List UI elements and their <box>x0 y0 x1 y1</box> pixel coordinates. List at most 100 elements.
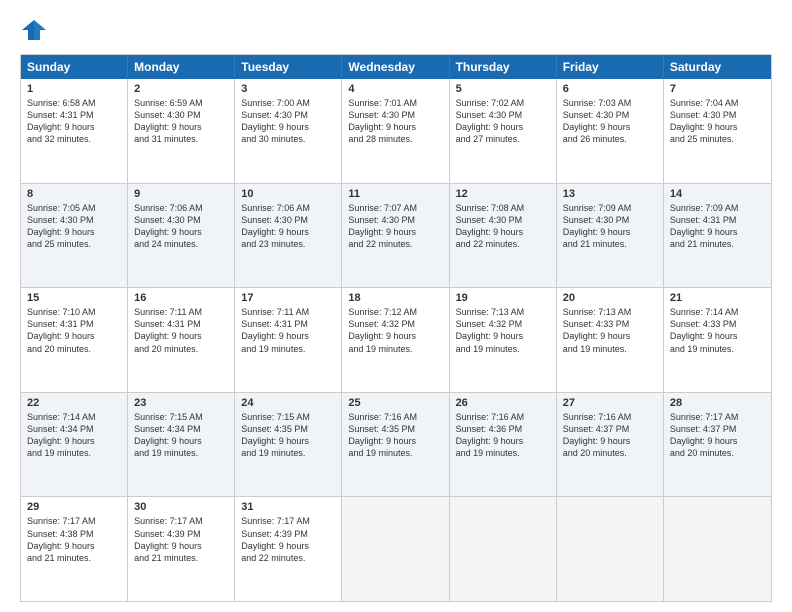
empty-cell <box>664 497 771 601</box>
day-number: 14 <box>670 188 765 200</box>
day-info: Sunrise: 7:13 AM Sunset: 4:33 PM Dayligh… <box>563 306 657 355</box>
day-number: 27 <box>563 397 657 409</box>
day-number: 19 <box>456 292 550 304</box>
day-cell-10: 10 Sunrise: 7:06 AM Sunset: 4:30 PM Dayli… <box>235 184 342 288</box>
day-cell-28: 28Sunrise: 7:17 AM Sunset: 4:37 PM Dayli… <box>664 393 771 497</box>
day-number: 8 <box>27 188 121 200</box>
header-cell-saturday: Saturday <box>664 55 771 79</box>
day-number: 25 <box>348 397 442 409</box>
day-number: 23 <box>134 397 228 409</box>
empty-cell <box>450 497 557 601</box>
calendar-row-1: 1 Sunrise: 6:58 AM Sunset: 4:31 PM Daylig… <box>21 79 771 184</box>
day-info: Sunrise: 7:11 AM Sunset: 4:31 PM Dayligh… <box>241 306 335 355</box>
day-number: 29 <box>27 501 121 513</box>
day-cell-9: 9 Sunrise: 7:06 AM Sunset: 4:30 PM Daylig… <box>128 184 235 288</box>
day-number: 11 <box>348 188 442 200</box>
day-info: Sunrise: 7:15 AM Sunset: 4:35 PM Dayligh… <box>241 411 335 460</box>
day-cell-26: 26Sunrise: 7:16 AM Sunset: 4:36 PM Dayli… <box>450 393 557 497</box>
day-number: 9 <box>134 188 228 200</box>
day-info: Sunrise: 7:07 AM Sunset: 4:30 PM Dayligh… <box>348 202 442 251</box>
day-cell-12: 12 Sunrise: 7:08 AM Sunset: 4:30 PM Dayli… <box>450 184 557 288</box>
day-info: Sunrise: 7:17 AM Sunset: 4:39 PM Dayligh… <box>134 515 228 564</box>
day-number: 24 <box>241 397 335 409</box>
day-cell-24: 24 Sunrise: 7:15 AM Sunset: 4:35 PM Dayli… <box>235 393 342 497</box>
day-cell-18: 18 Sunrise: 7:12 AM Sunset: 4:32 PM Dayli… <box>342 288 449 392</box>
header-cell-tuesday: Tuesday <box>235 55 342 79</box>
day-cell-6: 6 Sunrise: 7:03 AM Sunset: 4:30 PM Daylig… <box>557 79 664 183</box>
day-info: Sunrise: 7:14 AM Sunset: 4:33 PM Dayligh… <box>670 306 765 355</box>
day-info: Sunrise: 7:02 AM Sunset: 4:30 PM Dayligh… <box>456 97 550 146</box>
day-info: Sunrise: 7:10 AM Sunset: 4:31 PM Dayligh… <box>27 306 121 355</box>
day-info: Sunrise: 7:06 AM Sunset: 4:30 PM Dayligh… <box>134 202 228 251</box>
day-cell-2: 2Sunrise: 6:59 AM Sunset: 4:30 PM Daylig… <box>128 79 235 183</box>
day-cell-15: 15 Sunrise: 7:10 AM Sunset: 4:31 PM Dayli… <box>21 288 128 392</box>
day-info: Sunrise: 7:01 AM Sunset: 4:30 PM Dayligh… <box>348 97 442 146</box>
day-info: Sunrise: 7:04 AM Sunset: 4:30 PM Dayligh… <box>670 97 765 146</box>
day-info: Sunrise: 7:09 AM Sunset: 4:30 PM Dayligh… <box>563 202 657 251</box>
day-number: 15 <box>27 292 121 304</box>
day-cell-7: 7 Sunrise: 7:04 AM Sunset: 4:30 PM Daylig… <box>664 79 771 183</box>
day-info: Sunrise: 7:12 AM Sunset: 4:32 PM Dayligh… <box>348 306 442 355</box>
calendar-row-3: 15 Sunrise: 7:10 AM Sunset: 4:31 PM Dayli… <box>21 288 771 393</box>
day-number: 2 <box>134 83 228 95</box>
day-number: 4 <box>348 83 442 95</box>
day-number: 10 <box>241 188 335 200</box>
day-number: 13 <box>563 188 657 200</box>
day-number: 20 <box>563 292 657 304</box>
day-number: 26 <box>456 397 550 409</box>
day-cell-8: 8 Sunrise: 7:05 AM Sunset: 4:30 PM Daylig… <box>21 184 128 288</box>
calendar: SundayMondayTuesdayWednesdayThursdayFrid… <box>20 54 772 602</box>
day-info: Sunrise: 7:00 AM Sunset: 4:30 PM Dayligh… <box>241 97 335 146</box>
day-cell-30: 30 Sunrise: 7:17 AM Sunset: 4:39 PM Dayli… <box>128 497 235 601</box>
day-cell-29: 29 Sunrise: 7:17 AM Sunset: 4:38 PM Dayli… <box>21 497 128 601</box>
day-info: Sunrise: 7:15 AM Sunset: 4:34 PM Dayligh… <box>134 411 228 460</box>
day-info: Sunrise: 7:03 AM Sunset: 4:30 PM Dayligh… <box>563 97 657 146</box>
header-cell-friday: Friday <box>557 55 664 79</box>
day-number: 12 <box>456 188 550 200</box>
day-number: 6 <box>563 83 657 95</box>
day-cell-25: 25 Sunrise: 7:16 AM Sunset: 4:35 PM Dayli… <box>342 393 449 497</box>
day-info: Sunrise: 7:17 AM Sunset: 4:38 PM Dayligh… <box>27 515 121 564</box>
day-number: 21 <box>670 292 765 304</box>
day-info: Sunrise: 7:17 AM Sunset: 4:39 PM Dayligh… <box>241 515 335 564</box>
empty-cell <box>557 497 664 601</box>
day-number: 7 <box>670 83 765 95</box>
header-cell-thursday: Thursday <box>450 55 557 79</box>
day-info: Sunrise: 7:14 AM Sunset: 4:34 PM Dayligh… <box>27 411 121 460</box>
day-cell-4: 4 Sunrise: 7:01 AM Sunset: 4:30 PM Daylig… <box>342 79 449 183</box>
day-info: Sunrise: 6:58 AM Sunset: 4:31 PM Dayligh… <box>27 97 121 146</box>
day-number: 28 <box>670 397 765 409</box>
header-cell-monday: Monday <box>128 55 235 79</box>
day-cell-13: 13 Sunrise: 7:09 AM Sunset: 4:30 PM Dayli… <box>557 184 664 288</box>
day-info: Sunrise: 7:06 AM Sunset: 4:30 PM Dayligh… <box>241 202 335 251</box>
day-number: 22 <box>27 397 121 409</box>
calendar-row-2: 8 Sunrise: 7:05 AM Sunset: 4:30 PM Daylig… <box>21 184 771 289</box>
day-info: Sunrise: 7:05 AM Sunset: 4:30 PM Dayligh… <box>27 202 121 251</box>
day-cell-3: 3 Sunrise: 7:00 AM Sunset: 4:30 PM Daylig… <box>235 79 342 183</box>
day-cell-31: 31 Sunrise: 7:17 AM Sunset: 4:39 PM Dayli… <box>235 497 342 601</box>
day-number: 30 <box>134 501 228 513</box>
header-cell-wednesday: Wednesday <box>342 55 449 79</box>
day-cell-20: 20 Sunrise: 7:13 AM Sunset: 4:33 PM Dayli… <box>557 288 664 392</box>
calendar-header: SundayMondayTuesdayWednesdayThursdayFrid… <box>21 55 771 79</box>
day-cell-11: 11 Sunrise: 7:07 AM Sunset: 4:30 PM Dayli… <box>342 184 449 288</box>
day-info: Sunrise: 7:08 AM Sunset: 4:30 PM Dayligh… <box>456 202 550 251</box>
day-cell-27: 27Sunrise: 7:16 AM Sunset: 4:37 PM Dayli… <box>557 393 664 497</box>
header-cell-sunday: Sunday <box>21 55 128 79</box>
day-cell-19: 19 Sunrise: 7:13 AM Sunset: 4:32 PM Dayli… <box>450 288 557 392</box>
day-info: Sunrise: 7:09 AM Sunset: 4:31 PM Dayligh… <box>670 202 765 251</box>
logo <box>20 16 52 44</box>
day-number: 17 <box>241 292 335 304</box>
day-info: Sunrise: 7:13 AM Sunset: 4:32 PM Dayligh… <box>456 306 550 355</box>
day-cell-17: 17 Sunrise: 7:11 AM Sunset: 4:31 PM Dayli… <box>235 288 342 392</box>
day-number: 1 <box>27 83 121 95</box>
day-number: 18 <box>348 292 442 304</box>
day-info: Sunrise: 7:16 AM Sunset: 4:35 PM Dayligh… <box>348 411 442 460</box>
logo-icon <box>20 16 48 44</box>
day-cell-5: 5Sunrise: 7:02 AM Sunset: 4:30 PM Daylig… <box>450 79 557 183</box>
day-number: 31 <box>241 501 335 513</box>
day-cell-16: 16Sunrise: 7:11 AM Sunset: 4:31 PM Dayli… <box>128 288 235 392</box>
calendar-page: SundayMondayTuesdayWednesdayThursdayFrid… <box>0 0 792 612</box>
day-cell-14: 14 Sunrise: 7:09 AM Sunset: 4:31 PM Dayli… <box>664 184 771 288</box>
day-number: 3 <box>241 83 335 95</box>
